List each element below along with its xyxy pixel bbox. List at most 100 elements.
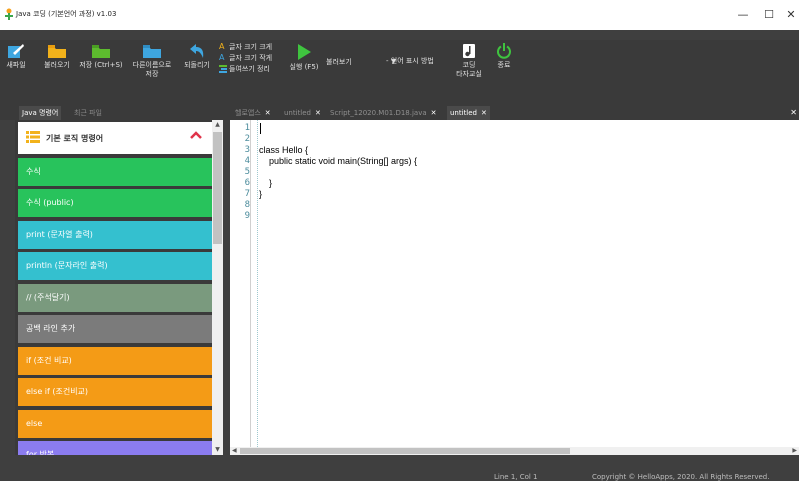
- fold-margin: [251, 120, 258, 447]
- editor-tab[interactable]: Script_12020.M01.D18.java ✕: [327, 106, 440, 120]
- scroll-up-icon[interactable]: ▲: [212, 120, 223, 130]
- font-bigger-button[interactable]: A 글자 크기 크게: [219, 43, 272, 52]
- code-line[interactable]: class Hello {: [259, 145, 308, 156]
- scrollbar-thumb[interactable]: [240, 448, 570, 454]
- undo-button[interactable]: 되돌리기: [182, 43, 212, 70]
- command-item[interactable]: 수식 (public): [18, 189, 212, 217]
- save-as-label-1: 다른이름으로: [132, 61, 172, 69]
- command-panel: 기본 로직 명령어 수식 수식 (public) print (문자열 출력) …: [15, 120, 212, 455]
- save-label: 저장 (Ctrl+S): [79, 61, 123, 69]
- copyright-text: Copyright © HelloApps, 2020. All Rights …: [592, 473, 770, 481]
- command-item[interactable]: for 반복: [18, 441, 212, 455]
- open-label: 불러오기: [44, 61, 70, 69]
- font-bigger-label: 글자 크기 크게: [229, 43, 273, 51]
- close-icon[interactable]: ✕: [315, 109, 321, 117]
- indent-icon: [219, 65, 227, 73]
- code-line[interactable]: }: [259, 189, 262, 200]
- close-icon[interactable]: ✕: [481, 109, 487, 117]
- panel-splitter[interactable]: [223, 120, 230, 455]
- language-help-label[interactable]: - 언어 표시 방법: [386, 57, 434, 66]
- command-item[interactable]: 수식: [18, 158, 212, 186]
- save-as-folder-icon: [143, 45, 161, 58]
- open-button[interactable]: 불러오기: [40, 43, 74, 70]
- line-number: 9: [244, 211, 250, 221]
- font-smaller-label: 글자 크기 작게: [229, 54, 273, 62]
- new-file-label: 새파일: [6, 61, 26, 69]
- play-icon: [298, 44, 311, 60]
- indent-cleanup-button[interactable]: 들여쓰기 정리: [219, 65, 270, 74]
- editor-hscrollbar[interactable]: ◀ ▶: [230, 447, 799, 455]
- command-item[interactable]: print (문자열 출력): [18, 221, 212, 249]
- editor-tab-label: untitled: [450, 109, 478, 117]
- editor-tab[interactable]: untitled ✕: [281, 106, 324, 120]
- command-item[interactable]: 공백 라인 추가: [18, 315, 212, 343]
- code-editor[interactable]: 1 2 3 4 5 6 7 8 9 class Hello { public s…: [230, 120, 799, 447]
- editor-tab[interactable]: 헬로앱스 ✕: [232, 106, 274, 120]
- new-file-button[interactable]: 새파일: [3, 43, 29, 70]
- menu-bar: [0, 30, 799, 40]
- typing-class-label-1: 코딩: [462, 61, 476, 69]
- run-mode-value: 불러보기: [326, 58, 352, 66]
- code-line[interactable]: }: [259, 178, 272, 189]
- title-bar: Java 코딩 (기본언어 과정) v1.03 — ☐ ✕: [0, 0, 799, 30]
- maximize-button[interactable]: ☐: [757, 6, 781, 24]
- tab-java-commands[interactable]: Java 명령어: [19, 106, 62, 120]
- command-category-header[interactable]: 기본 로직 명령어: [18, 122, 212, 154]
- panel-close-icon[interactable]: ✕: [790, 108, 797, 117]
- exit-label: 종료: [497, 61, 511, 69]
- cursor-position: Line 1, Col 1: [494, 473, 538, 481]
- save-as-label-2: 저장: [145, 70, 159, 78]
- line-number-gutter: 1 2 3 4 5 6 7 8 9: [230, 120, 251, 447]
- command-item[interactable]: // (주석달기): [18, 284, 212, 312]
- command-panel-scrollbar[interactable]: ▲ ▼: [212, 120, 223, 455]
- line-number: 2: [244, 134, 250, 144]
- indent-cleanup-label: 들여쓰기 정리: [229, 65, 270, 73]
- line-number: 3: [244, 145, 250, 155]
- font-smaller-button[interactable]: A 글자 크기 작게: [219, 54, 272, 63]
- save-button[interactable]: 저장 (Ctrl+S): [78, 43, 124, 70]
- close-icon[interactable]: ✕: [265, 109, 271, 117]
- line-number: 6: [244, 178, 250, 188]
- new-file-icon: [8, 44, 24, 58]
- run-button[interactable]: 실행 (F5): [286, 43, 322, 72]
- typing-class-label-2: 타자교실: [456, 70, 482, 78]
- undo-label: 되돌리기: [184, 61, 210, 69]
- power-icon: [497, 43, 511, 59]
- run-label: 실행 (F5): [289, 63, 319, 71]
- scroll-left-icon[interactable]: ◀: [232, 447, 237, 455]
- tab-recent-files[interactable]: 최근 파일: [71, 106, 105, 120]
- command-item[interactable]: else: [18, 410, 212, 438]
- app-logo-icon: [5, 8, 13, 20]
- command-item[interactable]: println (문자라인 출력): [18, 252, 212, 280]
- window-title: Java 코딩 (기본언어 과정) v1.03: [16, 10, 117, 18]
- line-number: 7: [244, 189, 250, 199]
- command-item[interactable]: if (조건 비교): [18, 347, 212, 375]
- scroll-down-icon[interactable]: ▼: [212, 445, 223, 455]
- save-folder-icon: [92, 45, 110, 58]
- code-line[interactable]: public static void main(String[] args) {: [259, 156, 417, 167]
- font-smaller-icon: A: [219, 53, 225, 62]
- line-number: 4: [244, 156, 250, 166]
- line-number: 1: [244, 123, 250, 133]
- text-caret: [260, 123, 261, 134]
- exit-button[interactable]: 종료: [492, 43, 516, 70]
- music-note-icon: [463, 44, 475, 58]
- save-as-button[interactable]: 다른이름으로 저장: [130, 43, 174, 79]
- folder-open-icon: [48, 45, 66, 58]
- editor-tab-label: 헬로앱스: [235, 109, 261, 117]
- scrollbar-thumb[interactable]: [213, 132, 222, 244]
- command-item[interactable]: else if (조건비교): [18, 378, 212, 406]
- chevron-up-icon[interactable]: [190, 131, 202, 139]
- editor-tab-label: Script_12020.M01.D18.java: [330, 109, 427, 117]
- command-category-title: 기본 로직 명령어: [46, 134, 104, 143]
- close-icon[interactable]: ✕: [431, 109, 437, 117]
- list-icon: [26, 131, 40, 143]
- editor-tab-active[interactable]: untitled ✕: [447, 106, 490, 120]
- editor-tab-label: untitled: [284, 109, 312, 117]
- close-window-button[interactable]: ✕: [779, 6, 799, 24]
- undo-icon: [190, 44, 204, 58]
- typing-class-button[interactable]: 코딩 타자교실: [455, 43, 483, 79]
- minimize-button[interactable]: —: [731, 6, 755, 24]
- scroll-right-icon[interactable]: ▶: [792, 447, 797, 455]
- line-number: 8: [244, 200, 250, 210]
